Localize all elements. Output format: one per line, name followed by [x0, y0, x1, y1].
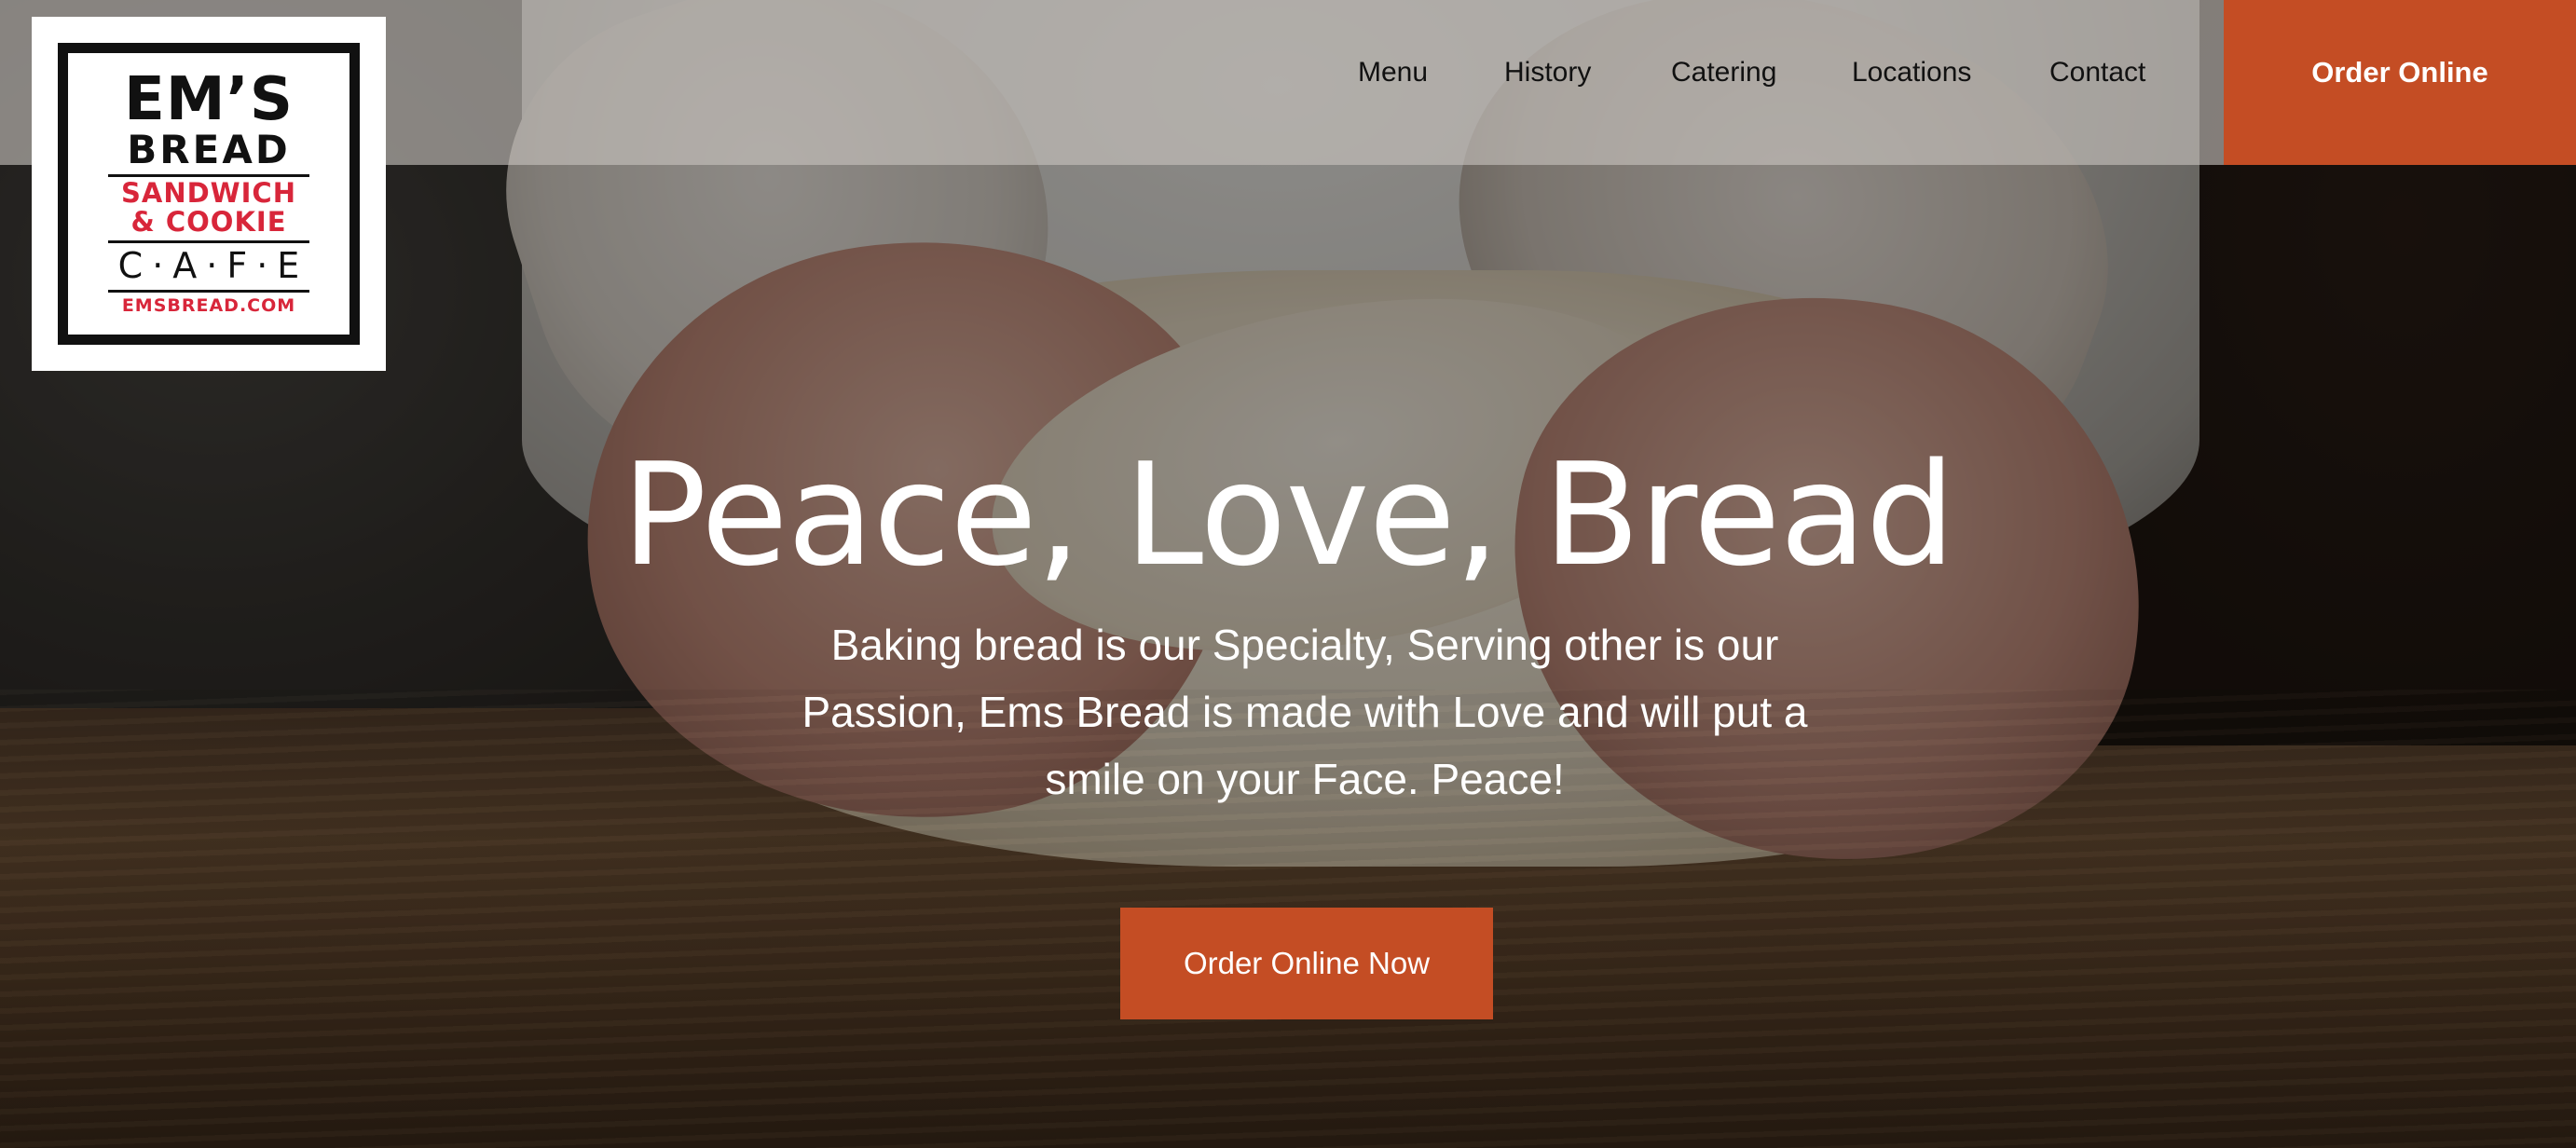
nav-item-menu[interactable]: Menu: [1358, 0, 1428, 165]
hero-subtitle: Baking bread is our Specialty, Serving o…: [802, 621, 1808, 803]
nav-item-history[interactable]: History: [1504, 0, 1591, 165]
logo-divider: [108, 240, 309, 243]
nav-item-contact[interactable]: Contact: [2049, 0, 2145, 165]
logo-text-bread: BREAD: [127, 127, 291, 172]
logo-text-ems: EM’S: [124, 65, 294, 134]
page: Menu History Catering Locations Contact …: [0, 0, 2576, 1148]
logo-divider: [108, 290, 309, 293]
logo-frame: EM’S BREAD SANDWICH & COOKIE C·A·F·E EMS…: [58, 43, 360, 345]
nav-item-catering[interactable]: Catering: [1671, 0, 1776, 165]
order-online-button[interactable]: Order Online: [2224, 0, 2576, 165]
site-header: Menu History Catering Locations Contact …: [0, 0, 2576, 165]
logo-text-url: EMSBREAD.COM: [121, 295, 296, 316]
order-online-now-button[interactable]: Order Online Now: [1120, 908, 1493, 1019]
logo-text-cookie: & COOKIE: [130, 206, 287, 238]
logo[interactable]: EM’S BREAD SANDWICH & COOKIE C·A·F·E EMS…: [32, 17, 386, 371]
logo-text-cafe: C·A·F·E: [117, 245, 309, 286]
logo-text-sandwich: SANDWICH: [120, 177, 296, 209]
hero-title: Peace, Love, Bread: [621, 432, 1955, 597]
nav-item-locations[interactable]: Locations: [1852, 0, 1971, 165]
